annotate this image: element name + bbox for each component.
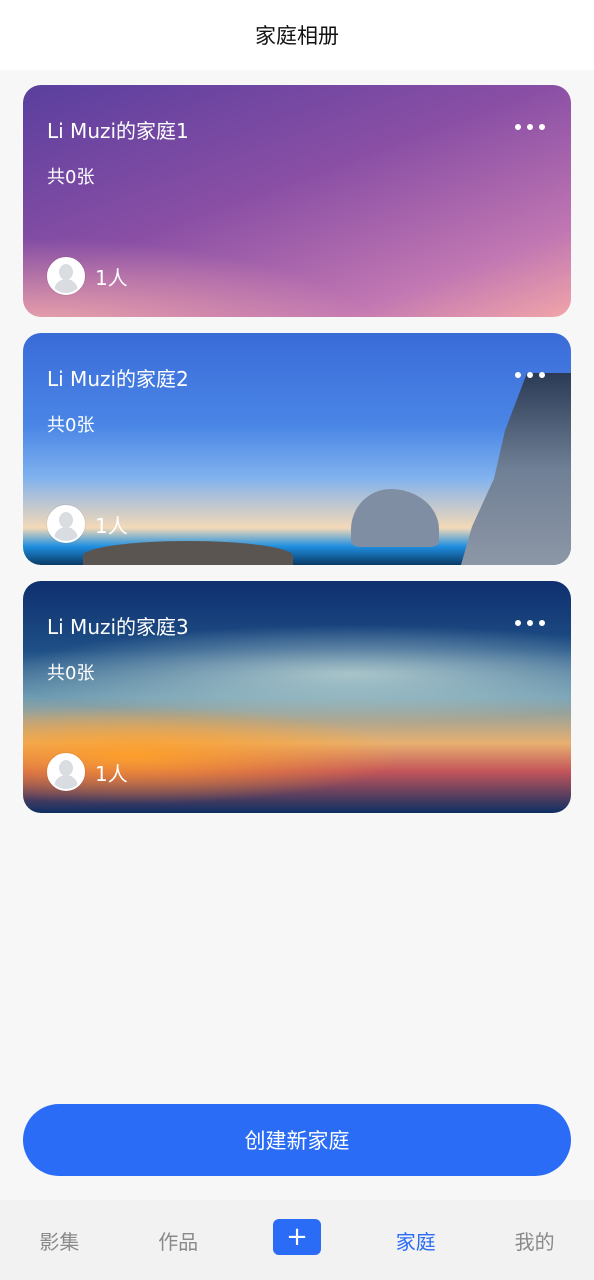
avatar [47,753,85,791]
family-card-2[interactable]: Li Muzi的家庭2 共0张 1人 [23,333,571,565]
avatar [47,257,85,295]
family-name: Li Muzi的家庭1 [47,119,189,143]
member-info: 1人 [47,753,128,791]
family-card-3[interactable]: Li Muzi的家庭3 共0张 1人 [23,581,571,813]
shore-rocks [83,541,293,565]
create-family-button[interactable]: 创建新家庭 [23,1104,571,1176]
family-card-1[interactable]: Li Muzi的家庭1 共0张 1人 [23,85,571,317]
cliff [461,373,571,565]
photo-count: 共0张 [47,167,95,188]
more-options-icon[interactable] [515,123,545,131]
family-name: Li Muzi的家庭2 [47,367,189,391]
more-options-icon[interactable] [515,371,545,379]
member-count: 1人 [95,513,128,538]
photo-count: 共0张 [47,415,95,436]
member-info: 1人 [47,257,128,295]
photo-count: 共0张 [47,663,95,684]
member-count: 1人 [95,761,128,786]
avatar [47,505,85,543]
more-options-icon[interactable] [515,619,545,627]
tab-mine[interactable]: 我的 [475,1226,594,1255]
bottom-tab-bar: 影集 作品 + 家庭 我的 [0,1200,594,1280]
tab-albums[interactable]: 影集 [0,1226,119,1255]
sea-rock [351,489,439,547]
member-info: 1人 [47,505,128,543]
top-bar: 家庭相册 [0,0,594,70]
tab-works[interactable]: 作品 [119,1226,238,1255]
page-title: 家庭相册 [255,24,339,48]
plus-icon[interactable]: + [272,1219,321,1255]
member-count: 1人 [95,265,128,290]
family-name: Li Muzi的家庭3 [47,615,189,639]
tab-add[interactable]: + [238,1219,357,1255]
tab-family[interactable]: 家庭 [356,1226,475,1255]
